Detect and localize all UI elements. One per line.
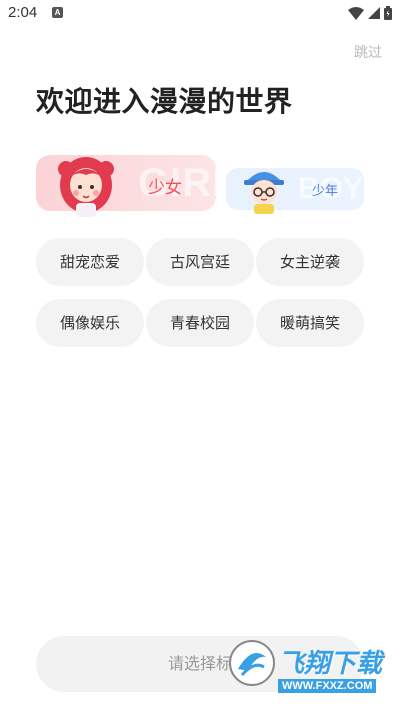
girl-label: 少女	[148, 178, 182, 198]
tag-heroine-comeback[interactable]: 女主逆袭	[256, 238, 364, 286]
skip-button[interactable]: 跳过	[354, 42, 382, 62]
brand-logo-icon	[229, 640, 275, 686]
watermark-url: WWW.FXXZ.COM	[278, 679, 377, 693]
page-title: 欢迎进入漫漫的世界	[36, 85, 293, 118]
watermark-brand: 飞翔下载	[278, 649, 383, 679]
site-watermark: 飞翔下载 WWW.FXXZ.COM	[228, 635, 392, 699]
tag-youth-campus[interactable]: 青春校园	[146, 299, 254, 347]
notification-icon: A	[52, 7, 63, 18]
tag-idol-entertainment[interactable]: 偶像娱乐	[36, 299, 144, 347]
signal-icon	[368, 7, 380, 19]
battery-icon	[384, 6, 392, 20]
girl-avatar-icon	[58, 157, 114, 217]
system-icons	[348, 6, 392, 20]
status-bar: 2:04 A	[0, 0, 400, 28]
tag-cute-comedy[interactable]: 暖萌搞笑	[256, 299, 364, 347]
boy-label: 少年	[312, 184, 339, 199]
status-time: 2:04	[8, 4, 38, 21]
tag-sweet-romance[interactable]: 甜宠恋爱	[36, 238, 144, 286]
tag-ancient-palace[interactable]: 古风宫廷	[146, 238, 254, 286]
boy-avatar-icon	[244, 172, 284, 214]
wifi-icon	[348, 6, 364, 20]
